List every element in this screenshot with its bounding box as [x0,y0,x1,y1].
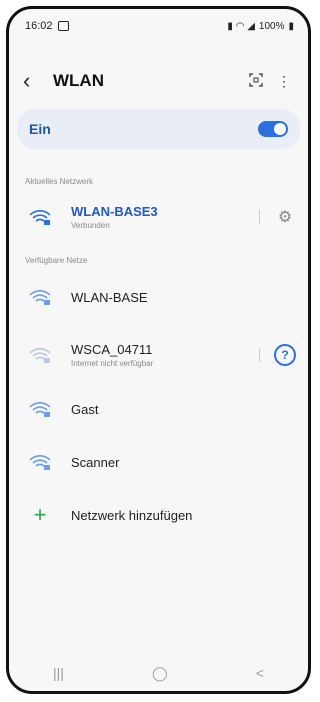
back-chevron-icon[interactable]: ‹ [23,68,47,94]
network-item[interactable]: WLAN-BASE [9,275,308,319]
wifi-lock-icon [27,345,53,365]
page-title: WLAN [53,71,104,90]
status-bar: 16:02 ▮ ◠ ◢ 100% ▮ [9,9,308,43]
network-name: WLAN-BASE [71,289,148,305]
current-network-header: Aktuelles Netzwerk [25,177,94,186]
available-networks-header: Verfügbare Netze [25,256,88,265]
network-item[interactable]: WSCA_04711 Internet nicht verfügbar ? [9,333,308,377]
network-status: Internet nicht verfügbar [71,359,154,368]
wifi-lock-icon [27,399,53,419]
wlan-switch[interactable] [258,121,288,137]
question-icon[interactable]: ? [274,344,296,366]
phone-frame: 16:02 ▮ ◠ ◢ 100% ▮ ‹ WLAN ⋮ Ein Aktuelle… [6,6,311,694]
network-item[interactable]: Gast [9,387,308,431]
add-network-item[interactable]: + Netzwerk hinzufügen [9,493,308,537]
network-item[interactable]: Scanner [9,440,308,484]
network-status: Verbunden [71,221,110,230]
network-name: WLAN-BASE3 [71,204,158,219]
network-name: Gast [71,401,99,417]
battery-level: 100% [258,20,285,32]
home-button[interactable]: ◯ [152,665,168,682]
wifi-lock-icon [27,287,53,307]
signal-icons: ▮ ◠ ◢ [227,20,255,32]
network-name: Scanner [71,454,120,470]
notification-icon [57,21,69,31]
back-button[interactable]: < [256,665,264,681]
current-network-item[interactable]: WLAN-BASE3 Verbunden ⚙ [9,195,308,239]
wifi-lock-icon [27,452,53,472]
add-network-label: Netzwerk hinzufügen [71,507,193,523]
battery-icon: ▮ [288,20,294,32]
wifi-lock-icon [27,207,53,227]
switch-knob [274,123,286,135]
gear-icon[interactable]: ⚙ [274,207,296,227]
divider [259,210,260,224]
plus-icon: + [33,502,47,527]
navigation-bar: ||| ◯ < [9,655,308,691]
network-name: WSCA_04711 [71,342,153,357]
more-vert-icon[interactable]: ⋮ [270,73,298,90]
qr-scan-icon[interactable] [242,72,270,90]
wlan-toggle-label: Ein [29,121,51,137]
wlan-toggle-row[interactable]: Ein [17,109,300,149]
divider [259,348,260,362]
recent-apps-button[interactable]: ||| [53,665,64,681]
app-bar: ‹ WLAN ⋮ [9,59,308,103]
status-time: 16:02 [25,20,53,32]
